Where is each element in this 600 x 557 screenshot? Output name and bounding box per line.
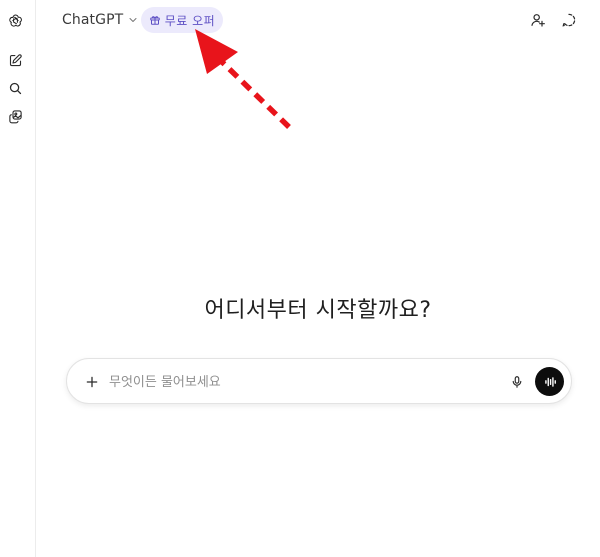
new-chat-button[interactable] <box>4 49 26 71</box>
add-person-icon <box>531 14 545 27</box>
new-chat-icon <box>9 53 22 66</box>
temporary-chat-button[interactable] <box>558 9 580 31</box>
openai-logo-icon <box>8 14 22 27</box>
gift-icon <box>150 16 160 25</box>
add-attachment-button[interactable] <box>80 370 104 394</box>
model-name: ChatGPT <box>62 12 124 28</box>
voice-mode-icon <box>544 376 556 387</box>
prompt-composer <box>66 358 572 404</box>
free-offer-label: 무료 오퍼 <box>164 13 216 28</box>
model-switcher[interactable]: ChatGPT <box>56 8 145 32</box>
library-button[interactable] <box>4 105 26 127</box>
plus-icon <box>86 376 98 388</box>
library-icon <box>8 109 22 123</box>
search-chats-button[interactable] <box>4 77 26 99</box>
microphone-icon <box>512 376 522 388</box>
dictate-button[interactable] <box>505 370 529 394</box>
voice-mode-button[interactable] <box>535 367 564 396</box>
share-invite-button[interactable] <box>527 9 549 31</box>
chatgpt-app: ChatGPT 무료 오퍼 어디서부터 시작할까요? <box>0 0 600 557</box>
welcome-heading: 어디서부터 시작할까요? <box>204 298 432 323</box>
temporary-chat-icon <box>562 13 576 27</box>
openai-logo-button[interactable] <box>4 9 26 31</box>
search-icon <box>9 82 21 94</box>
prompt-input[interactable] <box>109 371 499 393</box>
annotation-arrow <box>195 29 291 129</box>
chevron-down-icon <box>129 18 137 22</box>
free-offer-button[interactable]: 무료 오퍼 <box>141 7 223 33</box>
sidebar-rail <box>0 0 36 557</box>
